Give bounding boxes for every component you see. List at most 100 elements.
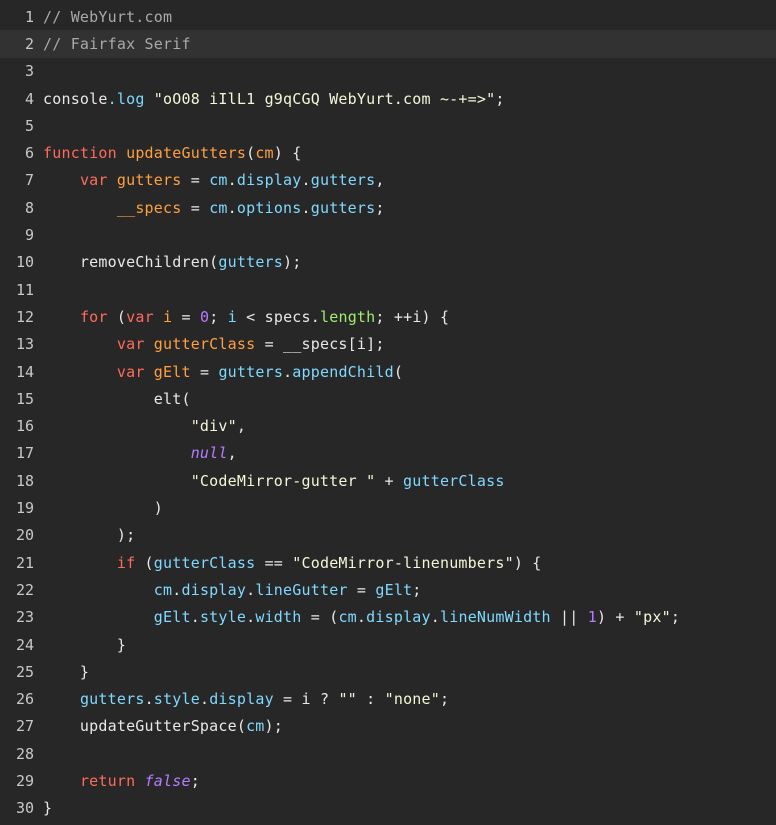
code-line[interactable]: 30} (0, 795, 776, 822)
code-token: "CodeMirror-gutter " (190, 471, 376, 490)
line-number: 26 (15, 690, 34, 709)
code-token: ( (107, 307, 127, 326)
code-token: display (181, 580, 247, 599)
line-number: 3 (24, 62, 34, 81)
code-text: var gutterClass = __specs[i]; (43, 335, 385, 353)
code-line[interactable]: 4 console.log "oO08 iIlL1 g9qCGQ WebYurt.… (0, 85, 776, 112)
code-text: if (gutterClass == "CodeMirror-linenumbe… (43, 554, 542, 572)
code-line[interactable]: 27 updateGutterSpace(cm); (0, 713, 776, 740)
code-token: gElt (153, 362, 191, 381)
code-line[interactable]: 7 var gutters = cm.display.gutters, (0, 167, 776, 194)
code-line[interactable]: 22 cm.display.lineGutter = gElt; (0, 576, 776, 603)
code-token: = (347, 580, 376, 599)
code-line[interactable]: 10 removeChildren(gutters); (0, 249, 776, 276)
code-token: "px" (633, 608, 671, 627)
code-token: console (43, 89, 108, 108)
code-text: } (43, 663, 89, 681)
code-line[interactable]: 5 (0, 112, 776, 139)
code-line[interactable]: 23 gElt.style.width = (cm.display.lineNu… (0, 604, 776, 631)
code-token: . (190, 608, 200, 627)
code-line[interactable]: 29 return false; (0, 767, 776, 794)
code-token: cm (209, 198, 228, 217)
code-text: console.log "oO08 iIlL1 g9qCGQ WebYurt.c… (43, 90, 505, 108)
line-number: 11 (15, 280, 34, 299)
code-token: ; (440, 690, 450, 709)
code-token: ) + (596, 608, 634, 627)
code-line[interactable]: 25 } (0, 658, 776, 685)
line-number: 30 (15, 799, 34, 818)
line-number: 23 (15, 608, 34, 627)
code-token: = (181, 171, 210, 190)
code-token: ( (393, 362, 404, 381)
code-line[interactable]: 2 // Fairfax Serif (0, 30, 776, 58)
code-editor[interactable]: 1 // WebYurt.com 2 // Fairfax Serif 3 4 consol… (0, 0, 776, 825)
line-number: 20 (15, 526, 34, 545)
code-line[interactable]: 11 (0, 276, 776, 303)
code-line[interactable]: 1 // WebYurt.com (0, 3, 776, 30)
code-token: removeChildren( (43, 253, 219, 272)
code-line[interactable]: 26 gutters.style.display = i ? "" : "non… (0, 686, 776, 713)
code-token: i (227, 307, 237, 326)
code-token: // Fairfax Serif (43, 34, 191, 53)
code-line[interactable]: 8 __specs = cm.options.gutters; (0, 194, 776, 221)
code-token: } (43, 662, 90, 681)
line-number: 6 (24, 144, 34, 163)
code-token: gutterClass (403, 471, 505, 490)
code-token: . (301, 171, 311, 190)
line-number: 16 (15, 417, 34, 436)
code-line[interactable]: 14 var gElt = gutters.appendChild( (0, 358, 776, 385)
code-text: // WebYurt.com (43, 8, 172, 26)
code-line[interactable]: 15 elt( (0, 385, 776, 412)
code-token: . (246, 608, 256, 627)
line-number: 10 (15, 253, 34, 272)
code-token: = __specs[i]; (255, 335, 385, 354)
code-text: cm.display.lineGutter = gElt; (43, 581, 422, 599)
line-number: 19 (15, 499, 34, 518)
code-token: = ( (301, 608, 339, 627)
code-text: updateGutterSpace(cm); (43, 717, 283, 735)
code-token: , (227, 444, 237, 463)
code-token: = (190, 362, 219, 381)
code-line[interactable]: 18 "CodeMirror-gutter " + gutterClass (0, 467, 776, 494)
code-text: var gutters = cm.display.gutters, (43, 171, 385, 189)
code-text: __specs = cm.options.gutters; (43, 199, 385, 217)
code-token: var (116, 362, 145, 381)
line-number: 14 (15, 362, 34, 381)
code-token: false (144, 772, 191, 791)
code-text: // Fairfax Serif (43, 35, 191, 53)
code-token: var (126, 307, 154, 326)
code-line[interactable]: 17 null, (0, 440, 776, 467)
line-number: 17 (15, 444, 34, 463)
code-token: options (236, 198, 302, 217)
code-line[interactable]: 16 "div", (0, 413, 776, 440)
code-line[interactable]: 19 ) (0, 494, 776, 521)
code-token: ( (246, 144, 256, 163)
code-token: . (356, 608, 367, 627)
code-token: . (144, 690, 154, 709)
code-text: null, (43, 444, 237, 462)
code-line[interactable]: 9 (0, 221, 776, 248)
code-line[interactable]: 28 (0, 740, 776, 767)
code-line[interactable]: 24 } (0, 631, 776, 658)
code-token: gutters (310, 198, 376, 217)
code-token: ) (43, 499, 163, 518)
code-line[interactable]: 6 function updateGutters(cm) { (0, 140, 776, 167)
code-line[interactable]: 20 ); (0, 522, 776, 549)
code-text: for (var i = 0; i < specs.length; ++i) { (43, 308, 449, 326)
code-token: style (153, 690, 200, 709)
code-line[interactable]: 12 for (var i = 0; i < specs.length; ++i… (0, 303, 776, 330)
code-token: : (356, 690, 385, 709)
code-token: gutters (310, 171, 376, 190)
code-line[interactable]: 3 (0, 58, 776, 85)
code-token: + (375, 471, 404, 490)
code-line[interactable]: 13 var gutterClass = __specs[i]; (0, 331, 776, 358)
code-line[interactable]: 21 if (gutterClass == "CodeMirror-linenu… (0, 549, 776, 576)
code-token: . (430, 608, 440, 627)
